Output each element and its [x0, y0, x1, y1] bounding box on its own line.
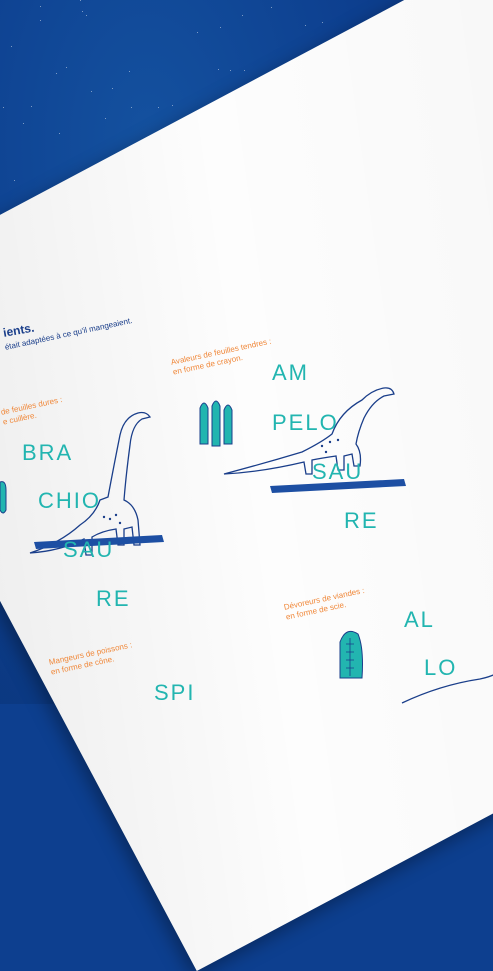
syllable-lo: LO: [424, 655, 458, 680]
syllable-chio: CHIO: [38, 488, 101, 513]
syllable-am: AM: [272, 360, 309, 385]
syllable-spi: SPI: [154, 680, 196, 705]
background-speck: [230, 70, 231, 71]
syllable-re-1: RE: [96, 586, 131, 611]
background-speck: [242, 15, 243, 16]
background-speck: [23, 123, 24, 124]
background-speck: [3, 107, 4, 108]
background-speck: [56, 73, 57, 74]
syllable-bra: BRA: [22, 440, 74, 465]
background-speck: [129, 71, 130, 72]
syllable-al: AL: [404, 607, 435, 632]
background-speck: [218, 69, 219, 70]
background-speck: [172, 105, 173, 106]
syllable-re-2: RE: [344, 508, 379, 533]
background-speck: [86, 15, 87, 16]
background-speck: [80, 0, 81, 1]
background-speck: [322, 22, 323, 23]
background-speck: [105, 118, 106, 119]
background-speck: [66, 67, 67, 68]
background-speck: [158, 107, 159, 108]
background-speck: [244, 70, 245, 71]
background-speck: [40, 6, 41, 7]
background-speck: [14, 180, 15, 181]
background-speck: [11, 46, 12, 47]
background-speck: [91, 91, 92, 92]
background-speck: [197, 32, 198, 33]
background-speck: [112, 88, 113, 89]
spoon-teeth-icon: [0, 481, 7, 514]
background-speck: [82, 11, 83, 12]
syllable-pelo: PELO: [272, 410, 339, 435]
syllable-sau-1: SAU: [63, 537, 115, 562]
background-speck: [131, 107, 132, 108]
saw-tooth-icon: [339, 630, 363, 679]
background-speck: [59, 133, 60, 134]
background-speck: [220, 27, 221, 28]
background-speck: [271, 7, 272, 8]
background-speck: [40, 20, 41, 21]
background-speck: [31, 106, 32, 107]
syllable-sau-2: SAU: [312, 459, 364, 484]
background-speck: [305, 25, 306, 26]
